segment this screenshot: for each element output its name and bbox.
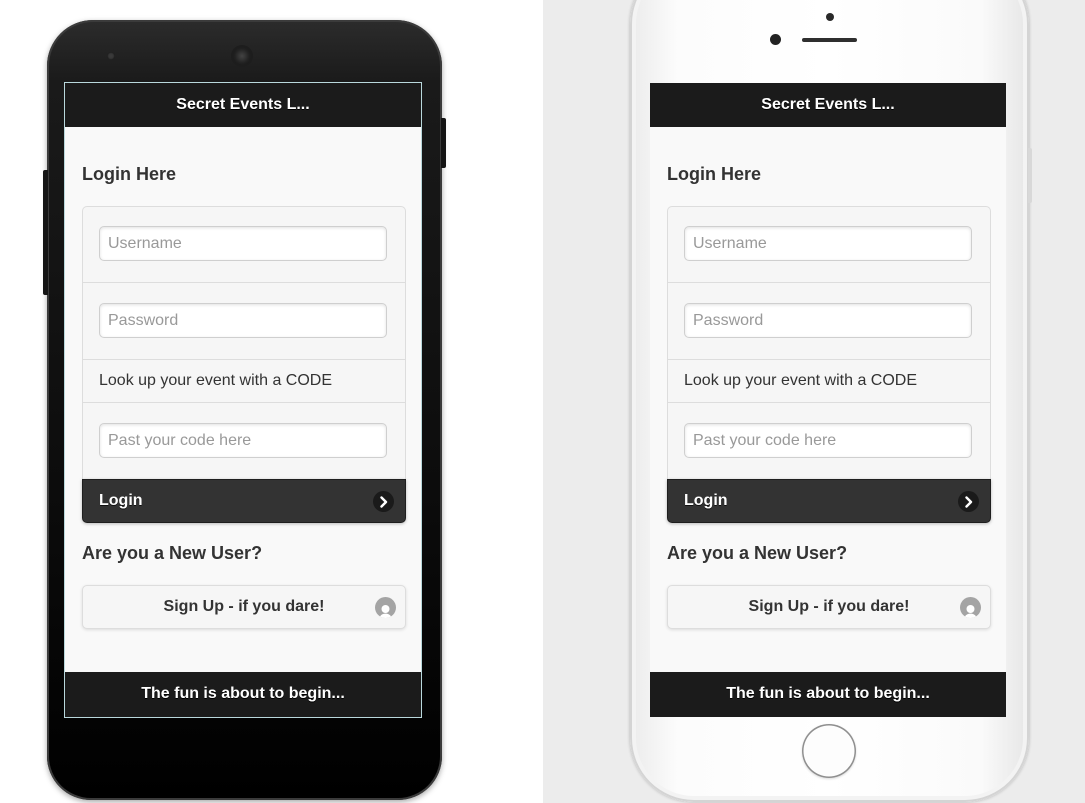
header-title: Secret Events L... (650, 83, 1006, 127)
username-row (668, 207, 990, 283)
android-screen: Secret Events L... Login Here Look up yo… (64, 82, 422, 718)
signup-button-label: Sign Up - if you dare! (748, 598, 910, 615)
login-button[interactable]: Login (667, 479, 991, 523)
signup-button-label: Sign Up - if you dare! (163, 598, 325, 615)
login-heading: Login Here (82, 164, 177, 184)
lookup-row: Look up your event with a CODE (668, 360, 990, 403)
login-form: Look up your event with a CODE (82, 206, 406, 479)
code-row (668, 403, 990, 479)
footer-text: The fun is about to begin... (65, 672, 421, 717)
code-input[interactable] (99, 423, 387, 458)
login-button-label: Login (99, 492, 143, 509)
front-camera (233, 47, 251, 65)
proximity-sensor (107, 52, 115, 60)
lookup-label: Look up your event with a CODE (684, 372, 918, 389)
password-input[interactable] (99, 303, 387, 338)
login-button[interactable]: Login (82, 479, 406, 523)
header-title: Secret Events L... (65, 83, 421, 127)
volume-button (43, 170, 48, 295)
username-row (83, 207, 405, 283)
footer-text: The fun is about to begin... (650, 672, 1006, 717)
signup-button[interactable]: Sign Up - if you dare! (667, 585, 991, 629)
chevron-right-icon (958, 491, 979, 512)
code-input[interactable] (684, 423, 972, 458)
chevron-right-icon (373, 491, 394, 512)
home-button[interactable] (802, 724, 856, 778)
password-input[interactable] (684, 303, 972, 338)
lookup-label: Look up your event with a CODE (99, 372, 333, 389)
login-form: Look up your event with a CODE (667, 206, 991, 479)
signup-button[interactable]: Sign Up - if you dare! (82, 585, 406, 629)
front-camera (770, 34, 781, 45)
side-button (1028, 148, 1032, 203)
user-icon (960, 597, 981, 618)
username-input[interactable] (684, 226, 972, 261)
power-button (441, 118, 446, 168)
iphone-screen: Secret Events L... Login Here Look up yo… (650, 83, 1006, 717)
login-heading: Login Here (667, 164, 762, 184)
new-user-heading: Are you a New User? (82, 543, 263, 563)
password-row (83, 283, 405, 360)
earpiece-speaker (802, 38, 857, 42)
login-button-label: Login (684, 492, 728, 509)
username-input[interactable] (99, 226, 387, 261)
new-user-heading: Are you a New User? (667, 543, 848, 563)
user-icon (375, 597, 396, 618)
lookup-row: Look up your event with a CODE (83, 360, 405, 403)
camera-dot (826, 13, 834, 21)
password-row (668, 283, 990, 360)
code-row (83, 403, 405, 479)
